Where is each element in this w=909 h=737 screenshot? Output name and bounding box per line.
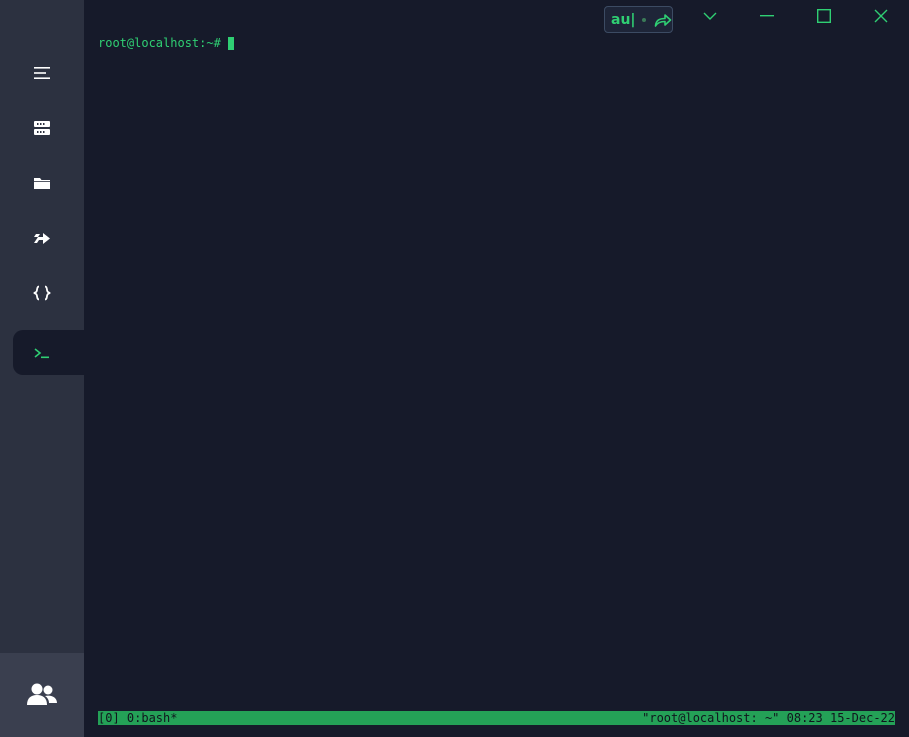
menu-icon [33, 65, 51, 81]
team-icon [26, 681, 58, 709]
terminal-cursor [227, 36, 234, 50]
status-bar-window-list: [0] 0:bash* [98, 711, 178, 725]
tmux-status-bar: [0] 0:bash* "root@localhost: ~" 08:23 15… [98, 711, 895, 725]
sidebar-item-sftp[interactable] [13, 160, 84, 205]
terminal-output[interactable]: root@localhost:~# [98, 36, 234, 50]
share-icon[interactable] [654, 13, 672, 27]
input-indicator-label: au| [611, 11, 636, 28]
minimize-icon [760, 15, 774, 17]
indicator-dot [641, 17, 646, 22]
maximize-icon [817, 9, 831, 23]
close-icon [874, 9, 888, 23]
sidebar-item-hosts[interactable] [13, 105, 84, 150]
app-window: au| root@localhost:~# [0] 0:bash* "root@… [0, 0, 909, 737]
sidebar-item-menu[interactable] [13, 50, 84, 95]
sidebar-item-terminal[interactable] [13, 330, 84, 375]
sidebar-item-team[interactable] [0, 653, 84, 737]
input-indicator[interactable]: au| [604, 6, 673, 33]
sidebar-item-port-forwarding[interactable] [13, 215, 84, 260]
status-bar-host-time: "root@localhost: ~" 08:23 15-Dec-22 [642, 711, 895, 725]
sidebar-item-snippets[interactable] [13, 270, 84, 315]
dropdown-button[interactable] [690, 0, 730, 32]
sidebar [0, 0, 84, 737]
terminal-icon [33, 346, 51, 360]
chevron-down-icon [703, 12, 717, 20]
hosts-icon [33, 120, 51, 136]
folder-icon [33, 175, 51, 191]
snippets-icon [33, 285, 51, 301]
close-button[interactable] [861, 0, 901, 32]
terminal-prompt: root@localhost:~# [98, 36, 221, 50]
minimize-button[interactable] [747, 0, 787, 32]
port-forward-icon [33, 230, 51, 246]
maximize-button[interactable] [804, 0, 844, 32]
